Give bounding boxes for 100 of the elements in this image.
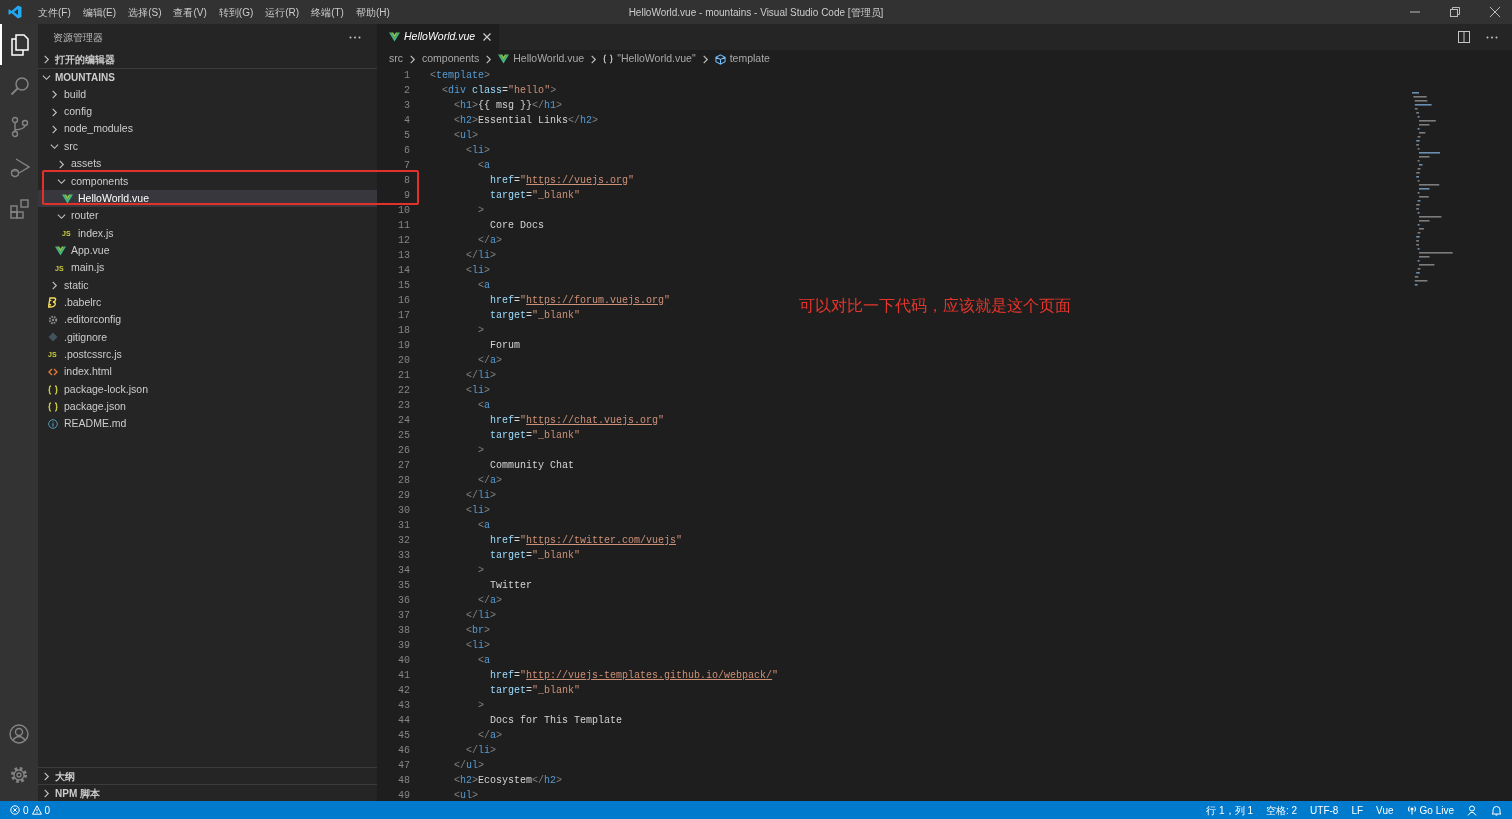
status-item[interactable]: 行 1，列 1: [1206, 802, 1253, 818]
braces-icon: [603, 54, 614, 64]
tree-item[interactable]: build: [38, 86, 377, 104]
tree-item[interactable]: package-lock.json: [38, 380, 377, 399]
restore-icon[interactable]: [1450, 7, 1460, 17]
line-number: 31: [397, 519, 410, 533]
line-number: 35: [397, 579, 410, 593]
line-number: 40: [397, 654, 410, 668]
branch-icon[interactable]: [11, 115, 29, 138]
menu-item[interactable]: 帮助(H): [349, 4, 396, 20]
tree-item[interactable]: router: [38, 207, 377, 225]
code-line: href="https://vuejs.org": [489, 174, 635, 188]
line-number: 8: [403, 174, 410, 188]
code-line: >: [477, 699, 485, 713]
tree-item[interactable]: index.html: [38, 363, 377, 381]
diamond-file-icon: [48, 332, 58, 343]
vue-file-icon: [62, 193, 73, 204]
menu-item[interactable]: 转到(G): [212, 4, 260, 20]
tree-item[interactable]: assets: [38, 155, 377, 173]
line-number: 49: [397, 789, 410, 801]
line-number: 15: [397, 279, 410, 293]
code-line: Core Docs: [489, 219, 545, 233]
tree-item[interactable]: package.json: [38, 398, 377, 416]
search-icon[interactable]: [10, 75, 30, 96]
code-line: </li>: [465, 744, 497, 758]
close-icon[interactable]: [1490, 7, 1500, 17]
play-bug-icon[interactable]: [10, 157, 30, 178]
breadcrumb[interactable]: src: [389, 51, 403, 67]
code-line: </a>: [477, 354, 503, 368]
status-item[interactable]: Go Live: [1406, 802, 1454, 818]
settings-icon[interactable]: [9, 764, 29, 785]
section-header[interactable]: 大纲: [38, 767, 377, 784]
person-icon[interactable]: [1467, 804, 1478, 816]
warning-icon[interactable]: [31, 805, 42, 815]
editor-tab[interactable]: HelloWorld.vue: [377, 24, 500, 50]
line-number: 46: [397, 744, 410, 758]
tree-item[interactable]: config: [38, 103, 377, 121]
tree-item[interactable]: components: [38, 172, 377, 191]
code-line: <div class="hello">: [441, 84, 557, 98]
error-icon[interactable]: [10, 805, 20, 815]
menu-item[interactable]: 查看(V): [167, 4, 213, 20]
line-number: 21: [397, 369, 410, 383]
breadcrumb[interactable]: components: [422, 51, 480, 67]
line-number: 44: [397, 714, 410, 728]
status-item[interactable]: UTF-8: [1310, 802, 1339, 818]
tree-item[interactable]: static: [38, 276, 377, 295]
close-icon[interactable]: [483, 33, 492, 41]
account-icon[interactable]: [9, 723, 29, 744]
tree-item[interactable]: .babelrc: [38, 294, 377, 312]
warning-count[interactable]: 0: [44, 802, 51, 818]
line-number: 4: [403, 114, 410, 128]
line-number: 29: [397, 489, 410, 503]
line-number: 28: [397, 474, 410, 488]
breadcrumb[interactable]: template: [714, 51, 770, 67]
split-editor-icon[interactable]: [1458, 31, 1470, 43]
code-line: target="_blank": [489, 549, 581, 563]
line-number: 23: [397, 399, 410, 413]
menu-item[interactable]: 运行(R): [259, 4, 306, 20]
code-line: </li>: [465, 489, 497, 503]
window-title: HelloWorld.vue - mountains - Visual Studio Code [管理员]: [627, 5, 885, 20]
code-line: </ul>: [453, 759, 485, 773]
chevron-right-icon: [700, 54, 710, 64]
tree-item[interactable]: App.vue: [38, 242, 377, 260]
code-line: target="_blank": [489, 309, 581, 323]
code-line: href="https://chat.vuejs.org": [489, 414, 665, 428]
tree-item[interactable]: README.md: [38, 415, 377, 433]
code-line: <li>: [465, 144, 491, 158]
code-line: >: [477, 324, 485, 338]
section-header[interactable]: MOUNTAINS: [38, 68, 377, 86]
angle-brackets-icon: [48, 368, 58, 377]
menu-item[interactable]: 终端(T): [305, 4, 350, 20]
code-line: <br>: [465, 624, 491, 638]
tree-item[interactable]: node_modules: [38, 120, 377, 139]
section-header[interactable]: 打开的编辑器: [38, 50, 377, 68]
code-line: href="https://forum.vuejs.org": [489, 294, 671, 308]
files-icon[interactable]: [10, 33, 30, 56]
info-icon: [48, 419, 58, 430]
more-actions-icon[interactable]: [349, 35, 361, 39]
line-number: 5: [403, 129, 410, 143]
error-count[interactable]: 0: [23, 802, 29, 818]
tree-item[interactable]: .gitignore: [38, 328, 377, 347]
tree-item[interactable]: .editorconfig: [38, 311, 377, 329]
bell-icon[interactable]: [1491, 804, 1502, 816]
menu-item[interactable]: 编辑(E): [76, 4, 123, 20]
breadcrumb[interactable]: HelloWorld.vue: [498, 51, 585, 67]
status-item[interactable]: LF: [1351, 802, 1364, 818]
status-item[interactable]: Vue: [1376, 802, 1394, 818]
tree-item[interactable]: src: [38, 138, 377, 156]
menu-item[interactable]: 选择(S): [122, 4, 168, 20]
line-number: 13: [397, 249, 410, 263]
breadcrumb[interactable]: "HelloWorld.vue": [603, 51, 696, 67]
more-actions-icon[interactable]: [1486, 35, 1498, 39]
extensions-icon[interactable]: [10, 198, 30, 219]
code-line: href="http://vuejs-templates.github.io/webpack/": [489, 669, 779, 683]
menu-item[interactable]: 文件(F): [32, 4, 77, 20]
status-item[interactable]: 空格: 2: [1265, 802, 1298, 818]
braces-file-icon: [48, 401, 58, 412]
line-number: 30: [397, 504, 410, 518]
line-number: 34: [397, 564, 410, 578]
line-number: 22: [397, 384, 410, 398]
